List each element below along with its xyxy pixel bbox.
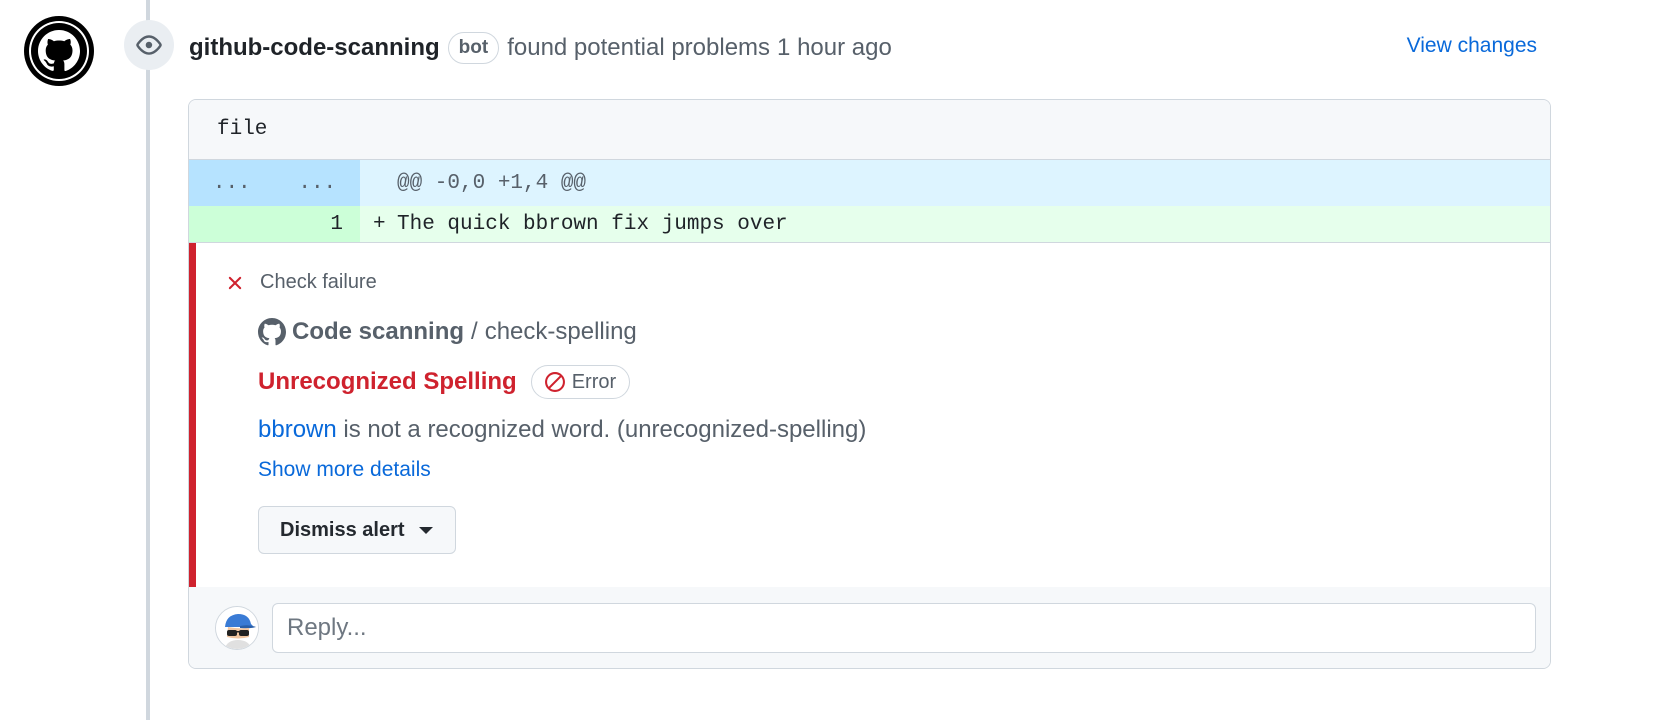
- user-avatar-icon: [216, 607, 258, 649]
- event-description: found potential problems: [507, 34, 771, 61]
- hunk-new-number: ...: [298, 171, 337, 195]
- diff-hunk-row: ... ... @@ -0,0 +1,4 @@: [189, 160, 1550, 206]
- alert-rule: Unrecognized Spelling Error: [258, 365, 631, 399]
- check-name: check-spelling: [484, 318, 637, 345]
- code-scanning-alert: Check failure Code scanning / check-spel…: [189, 243, 1550, 588]
- file-name[interactable]: file: [217, 118, 267, 141]
- timeline-line: [146, 0, 150, 720]
- diff-sign: +: [373, 212, 386, 236]
- line-number[interactable]: 1: [189, 206, 360, 242]
- chevron-down-icon: [418, 526, 433, 534]
- show-more-details-link[interactable]: Show more details: [258, 458, 431, 482]
- source-separator: /: [471, 318, 478, 345]
- hunk-line-numbers[interactable]: ... ...: [189, 160, 360, 206]
- diff-added-line: 1 + The quick bbrown fix jumps over: [189, 206, 1550, 243]
- bot-badge: bot: [447, 32, 500, 64]
- author-link[interactable]: github-code-scanning: [189, 34, 440, 62]
- dismiss-alert-button[interactable]: Dismiss alert: [258, 506, 456, 554]
- check-status-label: Check failure: [260, 271, 377, 293]
- alert-message: bbrown is not a recognized word. (unreco…: [258, 416, 866, 444]
- github-logo-icon: [24, 16, 94, 86]
- code-line: The quick bbrown fix jumps over: [397, 212, 788, 236]
- github-logo-icon: [258, 318, 286, 346]
- reply-area: Reply...: [189, 587, 1550, 668]
- check-status: Check failure: [224, 271, 377, 294]
- review-comment-card: file ... ... @@ -0,0 +1,4 @@ 1 + The qui…: [188, 99, 1551, 669]
- hunk-old-number: ...: [212, 171, 251, 195]
- severity-label: Error: [571, 370, 617, 393]
- view-changes-link[interactable]: View changes: [1407, 34, 1537, 58]
- review-event-badge: [124, 20, 174, 70]
- event-timestamp[interactable]: 1 hour ago: [777, 34, 892, 62]
- bot-avatar[interactable]: [24, 16, 94, 86]
- timeline-header: github-code-scanning bot found potential…: [189, 30, 892, 66]
- severity-badge: Error: [530, 365, 631, 399]
- file-header: file: [189, 100, 1550, 160]
- dismiss-alert-label: Dismiss alert: [280, 518, 405, 541]
- flagged-word-link[interactable]: bbrown: [258, 416, 337, 443]
- stop-icon: [544, 372, 565, 392]
- hunk-header: @@ -0,0 +1,4 @@: [397, 171, 587, 195]
- rule-title[interactable]: Unrecognized Spelling: [258, 368, 517, 396]
- alert-message-text: is not a recognized word. (unrecognized-…: [343, 416, 867, 443]
- reply-input[interactable]: Reply...: [272, 603, 1536, 653]
- x-icon: [228, 276, 242, 289]
- reply-placeholder: Reply...: [287, 614, 367, 641]
- user-avatar: [215, 606, 259, 650]
- eye-icon: [136, 35, 162, 55]
- check-source: Code scanning / check-spelling: [258, 318, 637, 346]
- tool-name: Code scanning: [292, 318, 465, 345]
